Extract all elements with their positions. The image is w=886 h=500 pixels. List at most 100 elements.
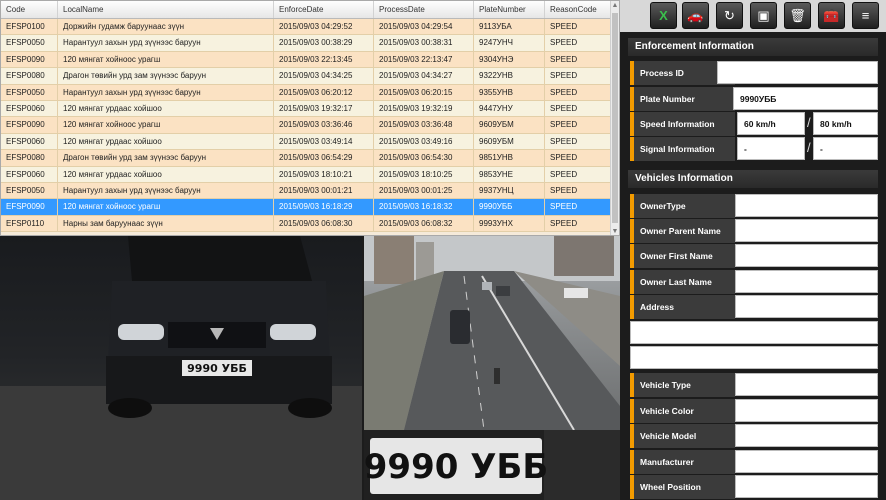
refresh-button[interactable]: ↻ <box>716 2 743 29</box>
local-name-cell: 120 мянгат хойноос урагш <box>58 199 274 215</box>
front-camera-photo: 9990 УББ <box>0 236 362 500</box>
reason-code-cell: SPEED <box>545 150 611 166</box>
grid-scrollbar[interactable]: ▲ ▼ <box>610 1 619 235</box>
enforce-date-cell: 2015/09/03 04:29:52 <box>274 19 374 35</box>
enforcement-section-title: Enforcement Information <box>628 38 878 56</box>
code-cell: EFSP0050 <box>1 35 58 51</box>
column-header-reason-code[interactable]: ReasonCode <box>545 1 611 18</box>
tools-button[interactable]: 🧰 <box>818 2 845 29</box>
scroll-down-icon[interactable]: ▼ <box>611 227 619 235</box>
grid-header: Code LocalName EnforceDate ProcessDate P… <box>1 1 619 19</box>
column-header-enforce-date[interactable]: EnforceDate <box>274 1 374 18</box>
trash-icon: 🗑 <box>789 7 806 23</box>
plate-number-field[interactable]: 9990УББ <box>733 87 878 110</box>
local-name-cell: 120 мянгат урдаас хойшоо <box>58 166 274 182</box>
table-row[interactable]: EFSP0080 Драгон төвийн урд зам зүүнээс ба… <box>1 68 619 85</box>
reason-code-cell: SPEED <box>545 19 611 35</box>
table-row-selected[interactable]: EFSP0090 120 мянгат хойноос урагш 2015/09/… <box>1 199 619 216</box>
process-date-cell: 2015/09/03 03:49:16 <box>374 133 474 150</box>
scroll-up-icon[interactable]: ▲ <box>611 1 619 11</box>
table-row[interactable]: EFSP0060 120 мянгат урдаас хойшоо 2015/09/… <box>1 166 619 183</box>
table-row[interactable]: EFSP0050 Нарантуул захын урд зүүнээс бару… <box>1 84 619 101</box>
reason-code-cell: SPEED <box>545 68 611 84</box>
table-row[interactable]: EFSP0050 Нарантуул захын урд зүүнээс бару… <box>1 35 619 52</box>
list-button[interactable]: ≡ <box>852 2 879 29</box>
local-name-cell: Нарантуул захын урд зүүнээс баруун <box>58 35 274 51</box>
manufacturer-field[interactable] <box>735 450 878 473</box>
save-icon: ▣ <box>757 7 770 23</box>
front-plate-text: 9990 УББ <box>187 362 247 375</box>
speed-separator: / <box>807 115 811 130</box>
table-row[interactable]: EFSP0050 Нарантуул захын урд зүүнээс бару… <box>1 182 619 200</box>
process-date-cell: 2015/09/03 03:36:48 <box>374 117 474 133</box>
excel-export-button[interactable]: X <box>650 2 677 29</box>
local-name-cell: 120 мянгат урдаас хойшоо <box>58 133 274 150</box>
table-row[interactable]: EFSP0060 120 мянгат урдаас хойшоо 2015/09/… <box>1 100 619 118</box>
process-id-field[interactable] <box>717 61 878 84</box>
signal-a-field[interactable]: - <box>737 137 805 160</box>
vehicle-model-label: Vehicle Model <box>630 424 735 448</box>
reason-code-cell: SPEED <box>545 199 611 215</box>
plate-number-cell: 9304УНЭ <box>474 51 545 68</box>
address-line-2-field[interactable] <box>630 321 878 344</box>
plate-number-cell: 9355УНВ <box>474 84 545 100</box>
address-line-3-field[interactable] <box>630 346 878 369</box>
owner-type-field[interactable] <box>735 194 878 217</box>
process-date-cell: 2015/09/03 00:38:31 <box>374 35 474 51</box>
enforce-date-cell: 2015/09/03 19:32:17 <box>274 100 374 117</box>
local-name-cell: Драгон төвийн урд зам зүүнээс баруун <box>58 68 274 84</box>
enforce-date-cell: 2015/09/03 18:10:21 <box>274 166 374 182</box>
enforcement-grid[interactable]: Code LocalName EnforceDate ProcessDate P… <box>0 0 620 236</box>
process-date-cell: 2015/09/03 19:32:19 <box>374 100 474 117</box>
overview-camera-photo <box>364 236 620 430</box>
plate-number-cell: 9247УНЧ <box>474 35 545 51</box>
wheel-position-label: Wheel Position <box>630 475 735 499</box>
owner-last-field[interactable] <box>735 270 878 293</box>
local-name-cell: 120 мянгат хойноос урагш <box>58 117 274 133</box>
column-header-code[interactable]: Code <box>1 1 58 18</box>
vehicle-color-field[interactable] <box>735 399 878 422</box>
table-row[interactable]: EFSP0110 Нарны зам баруунаас зүүн 2015/09/… <box>1 215 619 233</box>
plate-number-cell: 9609УБМ <box>474 117 545 133</box>
table-row[interactable]: EFSP0100 Доржийн гудамж баруунаас зүүн 201… <box>1 19 619 36</box>
enforce-date-cell: 2015/09/03 06:54:29 <box>274 150 374 166</box>
code-cell: EFSP0060 <box>1 100 58 117</box>
signal-b-field[interactable]: - <box>813 137 878 160</box>
process-date-cell: 2015/09/03 06:08:32 <box>374 215 474 232</box>
speed-actual-field[interactable]: 60 km/h <box>737 112 805 135</box>
code-cell: EFSP0060 <box>1 133 58 150</box>
vehicle-type-field[interactable] <box>735 373 878 396</box>
wheel-position-field[interactable] <box>735 475 878 498</box>
vehicle-button[interactable]: 🚗 <box>682 2 709 29</box>
owner-last-label: Owner Last Name <box>630 270 735 294</box>
signal-info-label: Signal Information <box>630 137 735 161</box>
reason-code-cell: SPEED <box>545 215 611 232</box>
address-field[interactable] <box>735 295 878 318</box>
table-row[interactable]: EFSP0080 Драгон төвийн урд зам зүүнээс ба… <box>1 150 619 167</box>
column-header-plate-number[interactable]: PlateNumber <box>474 1 545 18</box>
enforce-date-cell: 2015/09/03 03:36:46 <box>274 117 374 133</box>
plate-number-cell: 9853УНЕ <box>474 166 545 182</box>
local-name-cell: 120 мянгат урдаас хойшоо <box>58 100 274 117</box>
enforce-date-cell: 2015/09/03 06:08:30 <box>274 215 374 232</box>
scrollbar-thumb[interactable] <box>612 13 618 223</box>
owner-parent-field[interactable] <box>735 219 878 242</box>
code-cell: EFSP0080 <box>1 150 58 166</box>
process-date-cell: 2015/09/03 16:18:32 <box>374 199 474 215</box>
vehicle-model-field[interactable] <box>735 424 878 447</box>
code-cell: EFSP0060 <box>1 166 58 182</box>
toolbar: X 🚗 ↻ ▣ 🗑 🧰 ≡ <box>620 0 886 32</box>
owner-first-field[interactable] <box>735 244 878 267</box>
table-row[interactable]: EFSP0090 120 мянгат хойноос урагш 2015/09/… <box>1 117 619 134</box>
local-name-cell: Нарны зам баруунаас зүүн <box>58 215 274 232</box>
process-date-cell: 2015/09/03 00:01:25 <box>374 182 474 199</box>
column-header-local-name[interactable]: LocalName <box>58 1 274 18</box>
column-header-process-date[interactable]: ProcessDate <box>374 1 474 18</box>
save-button[interactable]: ▣ <box>750 2 777 29</box>
process-date-cell: 2015/09/03 04:34:27 <box>374 68 474 84</box>
table-row[interactable]: EFSP0090 120 мянгат хойноос урагш 2015/09/… <box>1 51 619 69</box>
table-row[interactable]: EFSP0060 120 мянгат урдаас хойшоо 2015/09/… <box>1 133 619 151</box>
delete-button[interactable]: 🗑 <box>784 2 811 29</box>
excel-icon: X <box>659 8 668 23</box>
speed-limit-field[interactable]: 80 km/h <box>813 112 878 135</box>
